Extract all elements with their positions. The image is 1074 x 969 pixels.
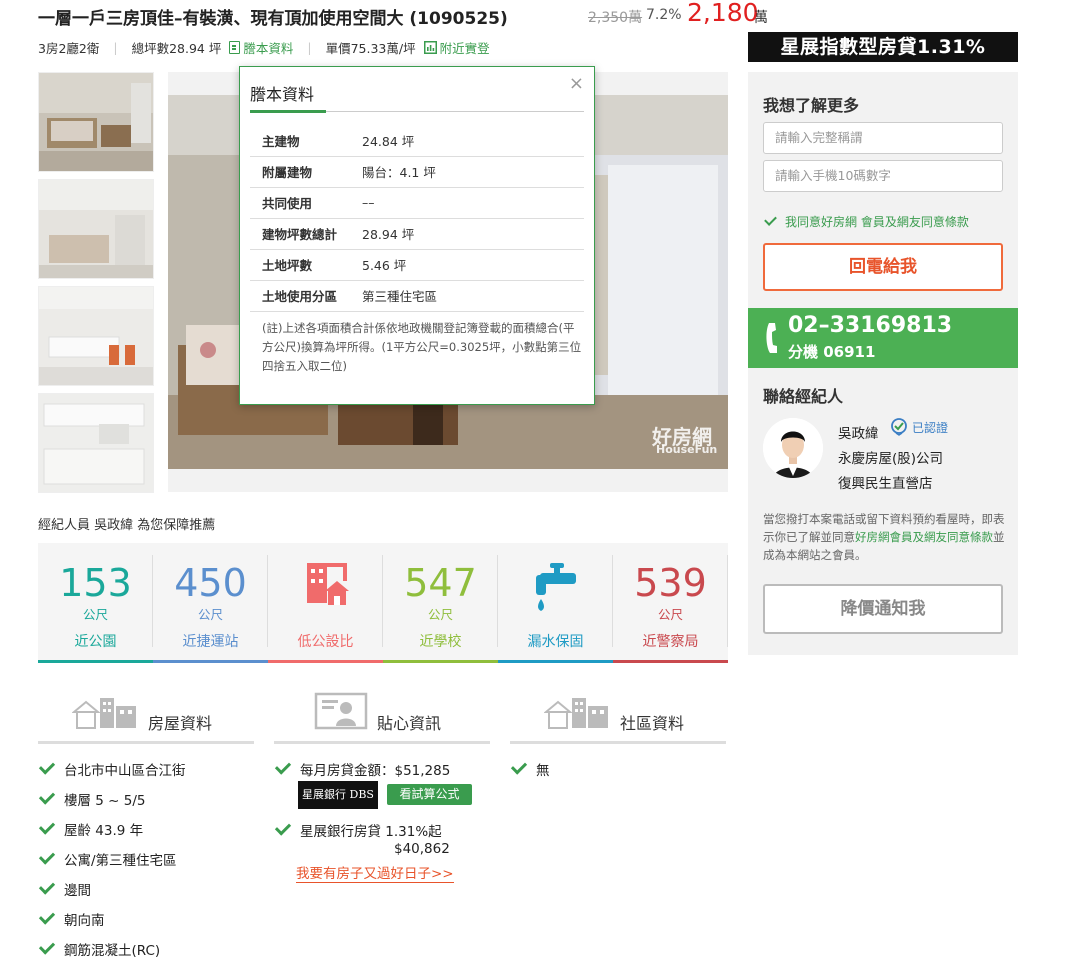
check-icon [38, 758, 56, 775]
stat-police[interactable]: 539 公尺 近警察局 [613, 543, 728, 663]
check-icon [38, 878, 56, 895]
calc-formula-button[interactable]: 看試算公式 [387, 784, 472, 805]
stat-public-ratio[interactable]: 低公設比 [268, 543, 383, 663]
old-price: 2,350萬 [588, 10, 643, 26]
phone-bar[interactable]: 02–33169813 分機 06911 [748, 308, 1018, 368]
agent-recommend: 經紀人員 吳政緯 為您保障推薦 [38, 518, 216, 533]
check-icon [38, 818, 56, 835]
deed-popup: 謄本資料 × 主建物 24.84 坪 附屬建物 陽台：4.1 坪 共同使用 –– 建物… [239, 66, 595, 405]
agent-name: 吳政緯 [838, 426, 879, 442]
check-icon [38, 938, 56, 955]
promo-link[interactable]: 我要有房子又過好日子>> [296, 862, 454, 883]
room-layout: 3房2廳2衛 [38, 41, 100, 56]
listing-meta: 3房2廳2衛 | 總坪數28.94 坪 謄本資料 | 單價75.33萬/坪 附近… [38, 38, 490, 57]
section-title: 貼心資訊 [377, 714, 442, 733]
phone-icon [766, 323, 777, 353]
faucet-icon [536, 563, 576, 611]
watermark-sub: HouseFun [656, 443, 718, 456]
house-building-icon [72, 698, 136, 729]
building-icon [307, 563, 349, 605]
agree-checkbox[interactable]: 我同意好房網 會員及網友同意條款 [764, 213, 969, 230]
stat-school[interactable]: 547 公尺 近學校 [383, 543, 498, 663]
list-item: 鋼筋混凝土(RC) [38, 938, 160, 959]
deed-table: 主建物 24.84 坪 附屬建物 陽台：4.1 坪 共同使用 –– 建物坪數總計 28.… [250, 125, 584, 312]
agent-branch: 復興民生直營店 [838, 476, 933, 492]
mortgage-info: 每月房貸金額：$51,285 [274, 758, 450, 779]
section-house: 房屋資料 [38, 688, 254, 744]
price-drop-notify-button[interactable]: 降價通知我 [763, 584, 1003, 634]
stat-park[interactable]: 153 公尺 近公園 [38, 543, 153, 663]
list-item: 台北市中山區合江街 [38, 758, 186, 779]
photo-thumbnail[interactable] [38, 286, 154, 386]
phone-number: 02–33169813 [788, 313, 953, 338]
phone-field[interactable]: 請輸入手機10碼數字 [763, 160, 1003, 192]
avatar [763, 418, 823, 478]
total-area: 總坪數28.94 坪 [131, 41, 222, 56]
list-item: 朝向南 [38, 908, 105, 929]
callback-button[interactable]: 回電給我 [763, 243, 1003, 291]
mortgage-banner[interactable]: 星展指數型房貸1.31% [748, 32, 1018, 62]
table-row: 附屬建物 陽台：4.1 坪 [250, 156, 584, 188]
table-row: 土地使用分區 第三種住宅區 [250, 280, 584, 312]
list-item: 屋齡 43.9 年 [38, 818, 143, 839]
contact-agent-heading: 聯絡經紀人 [763, 387, 844, 406]
disclaimer: 當您撥打本案電話或留下資料預約看屋時，即表示你已了解並同意好房網會員及網友同意條… [763, 512, 1005, 562]
close-icon[interactable]: × [569, 73, 584, 94]
popup-note: (註)上述各項面積合計係依地政機關登記簿登載的面積總合(平方公尺)換算為坪所得。… [262, 321, 582, 373]
list-item: 公寓/第三種住宅區 [38, 848, 177, 869]
popup-title: 謄本資料 [250, 85, 315, 104]
section-tips: 貼心資訊 [274, 688, 490, 744]
photo-thumbnail[interactable] [38, 179, 154, 279]
stat-leak[interactable]: 漏水保固 [498, 543, 613, 663]
stat-mrt[interactable]: 450 公尺 近捷運站 [153, 543, 268, 663]
list-item: 樓層 5 ~ 5/5 [38, 788, 146, 809]
document-person-icon [314, 692, 368, 730]
name-field[interactable]: 請輸入完整稱謂 [763, 122, 1003, 154]
check-icon [38, 908, 56, 925]
loan-info: 星展銀行房貸 1.31%起 [274, 819, 442, 840]
verified-icon [891, 418, 907, 436]
deed-link[interactable]: 謄本資料 [229, 38, 293, 57]
photo-thumbnail[interactable] [38, 393, 154, 493]
agent-company: 永慶房屋(股)公司 [838, 451, 944, 467]
list-item: 無 [510, 758, 550, 779]
verified-badge: 已認證 [890, 418, 948, 436]
check-icon [510, 758, 528, 775]
stats-panel: 153 公尺 近公園 450 公尺 近捷運站 低公設比 547 公尺 近學校 漏… [38, 543, 728, 663]
section-title: 房屋資料 [148, 714, 213, 733]
photo-thumbnail[interactable] [38, 72, 154, 172]
dbs-logo: 星展銀行 DBS [298, 781, 378, 809]
document-icon [229, 41, 241, 54]
table-row: 土地坪數 5.46 坪 [250, 249, 584, 281]
check-icon [274, 758, 292, 775]
section-community: 社區資料 [510, 688, 726, 744]
check-icon [38, 788, 56, 805]
table-row: 共同使用 –– [250, 187, 584, 219]
loan-amount: $40,862 [394, 841, 450, 857]
section-title: 社區資料 [620, 714, 685, 733]
chart-icon [423, 41, 437, 54]
current-price: 2,180 [687, 0, 759, 27]
listing-title: 一層一戶三房頂佳–有裝潢、現有頂加使用空間大 (1090525) [38, 9, 508, 29]
table-row: 主建物 24.84 坪 [250, 125, 584, 157]
price-unit: 萬 [754, 10, 768, 26]
contact-form-heading: 我想了解更多 [763, 96, 860, 115]
list-item: 邊間 [38, 878, 91, 899]
check-icon [764, 213, 777, 226]
table-row: 建物坪數總計 28.94 坪 [250, 218, 584, 250]
check-icon [274, 819, 292, 836]
check-icon [38, 848, 56, 865]
house-building-icon [544, 698, 608, 729]
nearby-transactions-link[interactable]: 附近實登 [423, 38, 490, 57]
phone-ext: 分機 06911 [788, 343, 876, 361]
discount-rate: 7.2% [646, 7, 682, 23]
unit-price: 單價75.33萬/坪 [325, 41, 416, 56]
terms-link[interactable]: 好房網會員及網友同意條款 [855, 530, 993, 544]
